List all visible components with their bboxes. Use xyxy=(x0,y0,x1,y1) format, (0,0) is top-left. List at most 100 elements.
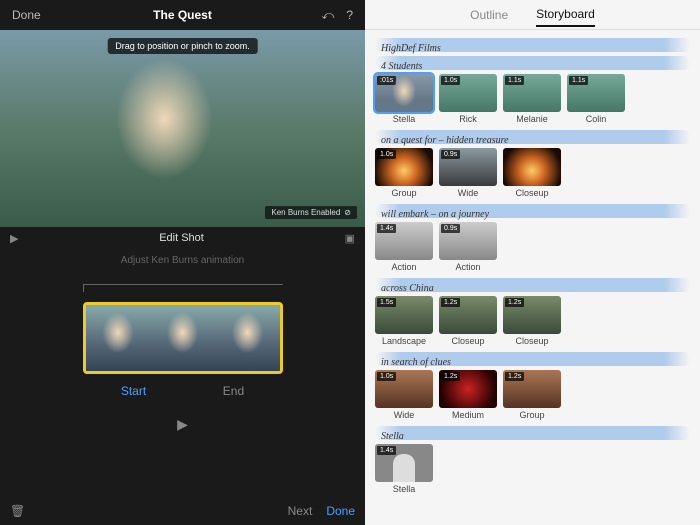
clip-thumbnail[interactable]: 0.9s xyxy=(439,222,497,260)
play-center-button[interactable]: ▶ xyxy=(177,416,188,433)
clip-thumbnail[interactable]: 0.9s xyxy=(439,148,497,186)
clip-duration: 1.1s xyxy=(505,76,524,85)
clip-label: Landscape xyxy=(382,336,426,346)
clip-row: 1.0s Wide 1.2sMedium1.2s Group xyxy=(373,366,692,422)
clip[interactable]: 1.1s Melanie xyxy=(503,74,561,124)
clip-label: Colin xyxy=(586,114,607,124)
clip[interactable]: 1.4sStella xyxy=(375,444,433,494)
timeline-ruler[interactable] xyxy=(83,284,283,292)
clip-label: Closeup xyxy=(515,336,548,346)
footer-bar: 🗑 Next Done xyxy=(0,497,365,525)
clip-duration: 1.2s xyxy=(505,298,524,307)
editshot-subtitle: Adjust Ken Burns animation xyxy=(0,249,365,274)
clip[interactable]: 0.9s Wide xyxy=(439,148,497,198)
kb-start-tab[interactable]: Start xyxy=(121,384,146,398)
section-title: Stella xyxy=(375,431,404,442)
clip-label: Action xyxy=(455,262,480,272)
panel-tabs: Outline Storyboard xyxy=(365,0,700,30)
editshot-title: Edit Shot xyxy=(18,232,344,244)
clip-thumbnail[interactable]: 1.5s xyxy=(375,296,433,334)
section-title-stroke[interactable]: 4 Students xyxy=(375,56,690,70)
clip-thumbnail[interactable]: 1.2s xyxy=(503,370,561,408)
kb-labels: Start End xyxy=(83,384,283,398)
clip[interactable]: 1.2s Closeup xyxy=(503,296,561,346)
story-section: will embark – on a journey1.4sAction0.9s… xyxy=(373,204,692,274)
fullscreen-icon[interactable]: ▣ xyxy=(345,232,355,245)
clip-label: Wide xyxy=(394,410,415,420)
clip[interactable]: 1.2s Closeup xyxy=(439,296,497,346)
clip-row: 1.5s Landscape 1.2s Closeup 1.2s Closeup xyxy=(373,292,692,348)
section-title-stroke[interactable]: on a quest for – hidden treasure xyxy=(375,130,690,144)
clip-thumbnail[interactable] xyxy=(503,148,561,186)
clip-duration: 0.9s xyxy=(441,224,460,233)
clip-duration: 1.0s xyxy=(441,76,460,85)
clip[interactable]: 1.1s Colin xyxy=(567,74,625,124)
kb-end-tab[interactable]: End xyxy=(223,384,244,398)
clip[interactable]: Closeup xyxy=(503,148,561,198)
clip[interactable]: 1.5s Landscape xyxy=(375,296,433,346)
clip-thumbnail[interactable]: 1.0s xyxy=(375,370,433,408)
clip-label: Wide xyxy=(458,188,479,198)
clip-thumbnail[interactable]: :01s xyxy=(375,74,433,112)
clip-thumbnail[interactable]: 1.2s xyxy=(439,370,497,408)
clip-label: Action xyxy=(391,262,416,272)
clip-thumbnail[interactable]: 1.1s xyxy=(567,74,625,112)
storyboard-list[interactable]: HighDef Films 4 Students :01s Stella 1.0s Ric… xyxy=(365,30,700,525)
clip-duration: 1.4s xyxy=(377,446,396,455)
clip-label: Stella xyxy=(393,114,416,124)
clip-duration: 1.4s xyxy=(377,224,396,233)
clip-row: 1.0sGroup 0.9s Wide Closeup xyxy=(373,144,692,200)
clip[interactable]: 1.4s Action xyxy=(375,222,433,272)
play-button[interactable]: ▶ xyxy=(10,232,18,245)
tab-storyboard[interactable]: Storyboard xyxy=(536,7,595,27)
next-button[interactable]: Next xyxy=(288,504,313,518)
section-title-stroke[interactable]: HighDef Films xyxy=(375,38,690,52)
clip-label: Group xyxy=(519,410,544,420)
header-bar: Done The Quest ⤺ ? xyxy=(0,0,365,30)
undo-icon[interactable]: ⤺ xyxy=(321,8,334,23)
section-title: across China xyxy=(375,283,434,294)
tab-outline[interactable]: Outline xyxy=(470,8,508,22)
done-footer-button[interactable]: Done xyxy=(326,504,355,518)
ken-burns-badge[interactable]: Ken Burns Enabled⊘ xyxy=(265,206,357,219)
section-title-stroke[interactable]: in search of clues xyxy=(375,352,690,366)
clip-row: 1.4sStella xyxy=(373,440,692,496)
project-title: The Quest xyxy=(153,8,212,22)
clip-duration: 0.9s xyxy=(441,150,460,159)
done-button[interactable]: Done xyxy=(12,8,41,22)
clip-label: Melanie xyxy=(516,114,548,124)
section-title-stroke[interactable]: Stella xyxy=(375,426,690,440)
help-icon[interactable]: ? xyxy=(346,8,353,23)
section-title-stroke[interactable]: across China xyxy=(375,278,690,292)
clip[interactable]: 1.0s Rick xyxy=(439,74,497,124)
clip-duration: 1.1s xyxy=(569,76,588,85)
story-section: 4 Students:01sStella1.0sRick1.1sMelanie1… xyxy=(373,56,692,126)
storyboard-panel: Outline Storyboard HighDef Films 4 Studen… xyxy=(365,0,700,525)
clip[interactable]: 1.0s Wide xyxy=(375,370,433,420)
preview-viewer[interactable]: Drag to position or pinch to zoom. Ken B… xyxy=(0,30,365,227)
clip-thumbnail[interactable]: 1.2s xyxy=(503,296,561,334)
clip[interactable]: 1.0sGroup xyxy=(375,148,433,198)
clip-thumbnail[interactable]: 1.0s xyxy=(439,74,497,112)
clip-thumbnail[interactable]: 1.2s xyxy=(439,296,497,334)
clip-label: Closeup xyxy=(451,336,484,346)
clip[interactable]: 1.2sMedium xyxy=(439,370,497,420)
clip-thumbnail[interactable]: 1.4s xyxy=(375,444,433,482)
story-section: Stella 1.4sStella xyxy=(373,426,692,496)
clip-label: Rick xyxy=(459,114,477,124)
trash-icon[interactable]: 🗑 xyxy=(10,504,25,518)
clip-thumbnail[interactable]: 1.4s xyxy=(375,222,433,260)
clip-thumbnail[interactable]: 1.0s xyxy=(375,148,433,186)
clip-duration: 1.5s xyxy=(377,298,396,307)
clip-thumbnail[interactable]: 1.1s xyxy=(503,74,561,112)
filmstrip[interactable] xyxy=(83,302,283,374)
overlay-hint: Drag to position or pinch to zoom. xyxy=(107,38,258,54)
clip[interactable]: 0.9s Action xyxy=(439,222,497,272)
section-title: 4 Students xyxy=(375,61,422,72)
clip[interactable]: 1.2s Group xyxy=(503,370,561,420)
clip[interactable]: :01s Stella xyxy=(375,74,433,124)
clip-duration: 1.0s xyxy=(377,150,396,159)
section-title-stroke[interactable]: will embark – on a journey xyxy=(375,204,690,218)
section-title: on a quest for – hidden treasure xyxy=(375,135,509,146)
story-section: on a quest for – hidden treasure 1.0sGrou… xyxy=(373,130,692,200)
